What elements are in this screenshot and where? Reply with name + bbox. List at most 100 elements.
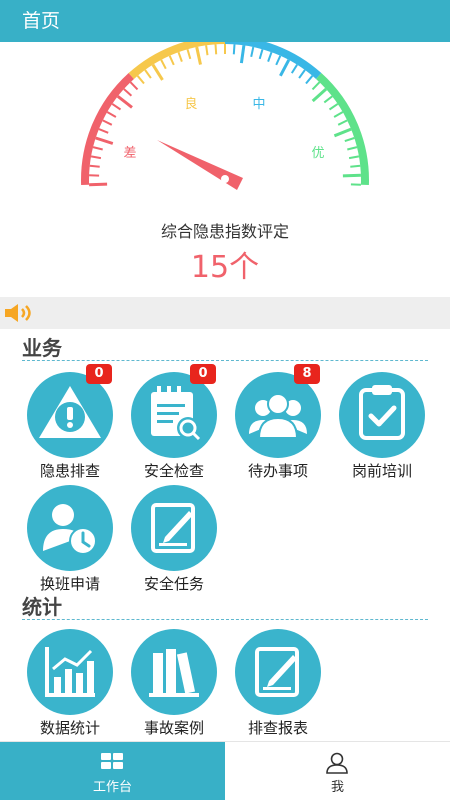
gauge-tick — [102, 119, 113, 126]
tile-safety-task[interactable]: 安全任务 — [124, 485, 224, 593]
gauge-tick — [344, 137, 355, 143]
gauge-tick — [333, 111, 344, 118]
gauge-tick — [95, 136, 114, 145]
gauge-tick — [275, 55, 282, 66]
tile-inspection-report[interactable]: 排查报表 — [228, 629, 328, 737]
gauge-tick — [195, 46, 202, 65]
person-clock-icon — [27, 485, 113, 571]
tile-label: 安全检查 — [143, 462, 204, 480]
gauge-tick — [136, 75, 145, 85]
tab-me[interactable]: 我 — [225, 742, 450, 800]
gauge-tick — [328, 103, 339, 111]
tile-safety-check[interactable]: 0 安全检查 — [124, 364, 224, 480]
gauge-tick — [177, 51, 183, 62]
badge-count: 0 — [190, 364, 216, 384]
gauge-tick — [89, 164, 100, 168]
section-divider — [22, 360, 428, 361]
tab-workbench[interactable]: 工作台 — [0, 742, 225, 800]
gauge-label-excellent: 优 — [311, 146, 324, 161]
gauge-arc-excellent — [316, 73, 369, 186]
gauge-tick — [258, 49, 264, 60]
gauge-tick — [239, 45, 246, 64]
gauge-tick — [89, 182, 108, 187]
tile-hazard-inspection[interactable]: 0 隐患排查 — [20, 364, 120, 480]
header-bar: 首页 — [0, 0, 450, 42]
gauge-tick — [298, 69, 306, 79]
tab-label: 我 — [330, 780, 344, 795]
gauge-tick — [90, 155, 102, 160]
gauge-tick — [111, 103, 122, 111]
clipboard-check-icon — [339, 372, 425, 458]
gauge-tick — [123, 88, 133, 97]
gauge-tick — [160, 59, 167, 70]
gauge-tick — [350, 164, 361, 168]
gauge-tick — [129, 81, 139, 91]
user-icon — [325, 752, 349, 778]
gauge-tick — [337, 119, 348, 126]
gauge-arc-poor — [81, 73, 134, 186]
hazard-warning-icon — [27, 372, 113, 458]
gauge-tick — [186, 49, 192, 60]
tile-accident-cases[interactable]: 事故案例 — [124, 629, 224, 737]
bar-chart-icon — [27, 629, 113, 715]
gauge-tick — [333, 127, 352, 138]
grid-icon — [100, 752, 124, 774]
gauge-ticks — [89, 44, 361, 187]
tab-label: 工作台 — [92, 780, 132, 795]
group-icon — [235, 372, 321, 458]
gauge-label-medium: 中 — [252, 97, 265, 112]
notice-bar[interactable] — [0, 297, 450, 329]
gauge-needle — [157, 140, 243, 190]
gauge-tick — [279, 59, 291, 77]
badge-count: 0 — [86, 364, 112, 384]
gauge-tick — [106, 111, 117, 118]
tile-label: 隐患排查 — [39, 462, 100, 480]
gauge-tick — [348, 155, 360, 160]
speaker-icon — [3, 302, 37, 328]
tile-label: 事故案例 — [143, 719, 204, 737]
tile-label: 岗前培训 — [351, 462, 412, 480]
bottom-tab-bar: 工作台 我 — [0, 741, 450, 800]
report-edit-icon — [235, 629, 321, 715]
gauge-tick — [168, 55, 175, 66]
gauge-tick — [144, 69, 152, 79]
gauge-tick — [151, 63, 164, 81]
gauge-tick — [250, 46, 255, 58]
tile-todo-items[interactable]: 8 待办事项 — [228, 364, 328, 480]
books-icon — [131, 629, 217, 715]
gauge-tick — [205, 45, 209, 56]
app-root: 首页 差 良 中 优 综合隐患指数评定 15个 业务 0 隐患排查 0 安全检查… — [0, 0, 450, 800]
gauge-tick — [98, 128, 109, 134]
gauge-dial: 差 良 中 优 — [81, 42, 369, 190]
calendar-search-icon — [131, 372, 217, 458]
gauge-tick — [311, 87, 328, 103]
gauge-needle-pivot — [221, 175, 229, 183]
gauge-tick — [342, 173, 361, 178]
page-title: 首页 — [22, 10, 61, 32]
gauge-value: 15个 — [190, 250, 260, 285]
gauge-tick — [92, 146, 103, 151]
edit-note-icon — [131, 485, 217, 571]
gauge-tick — [323, 95, 333, 104]
gauge-tick — [232, 44, 236, 55]
gauge-title: 综合隐患指数评定 — [160, 222, 289, 241]
gauge-tick — [214, 44, 218, 55]
tile-label: 数据统计 — [39, 719, 100, 737]
gauge-tick — [347, 146, 358, 151]
gauge-tick — [116, 95, 133, 109]
tile-shift-change-request[interactable]: 换班申请 — [20, 485, 120, 593]
tile-pre-job-training[interactable]: 岗前培训 — [332, 372, 432, 480]
gauge-tick — [290, 64, 298, 74]
badge-count: 8 — [294, 364, 320, 384]
hazard-index-gauge: 差 良 中 优 综合隐患指数评定 15个 — [0, 42, 450, 297]
tile-data-statistics[interactable]: 数据统计 — [20, 629, 120, 737]
gauge-tick — [311, 81, 321, 91]
tile-label: 安全任务 — [143, 575, 204, 593]
gauge-label-fair: 良 — [184, 96, 197, 112]
gauge-tick — [305, 75, 314, 85]
tile-label: 排查报表 — [247, 719, 308, 737]
section-title-stats: 统计 — [22, 595, 62, 619]
gauge-label-poor: 差 — [123, 146, 136, 161]
section-title-business: 业务 — [22, 336, 62, 360]
gauge-tick — [267, 51, 273, 62]
